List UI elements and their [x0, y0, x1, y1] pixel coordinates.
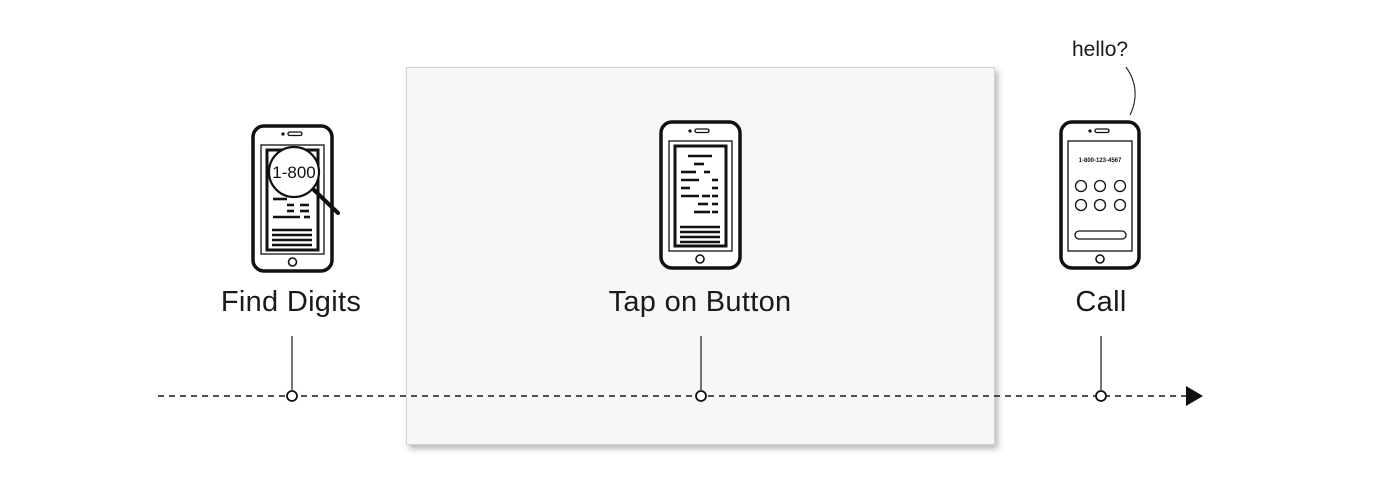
phone-call-icon: 1-800-123-4567: [1059, 66, 1141, 270]
step-label-call: Call: [1075, 286, 1127, 318]
journey-diagram: 1-800 1-800-123-4567: [158, 66, 1203, 406]
step-label-find-digits: Find Digits: [220, 286, 362, 318]
timeline-node-3: [1095, 390, 1107, 402]
phone-find-digits-icon: 1-800: [251, 124, 340, 273]
timeline-node-1: [286, 390, 298, 402]
call-bar: [1074, 230, 1127, 240]
timeline-arrowhead: [1186, 386, 1203, 406]
step-label-tap-on-button: Tap on Button: [608, 286, 792, 318]
speech-tail: [1125, 66, 1136, 116]
phone-tap-button-icon: [659, 120, 742, 270]
magnified-number-text: 1-800: [272, 163, 315, 182]
dialed-number-text: 1-800-123-4567: [1079, 158, 1122, 164]
speech-text: hello?: [1072, 38, 1129, 61]
timeline-node-2: [695, 390, 707, 402]
timeline: [158, 336, 1203, 406]
